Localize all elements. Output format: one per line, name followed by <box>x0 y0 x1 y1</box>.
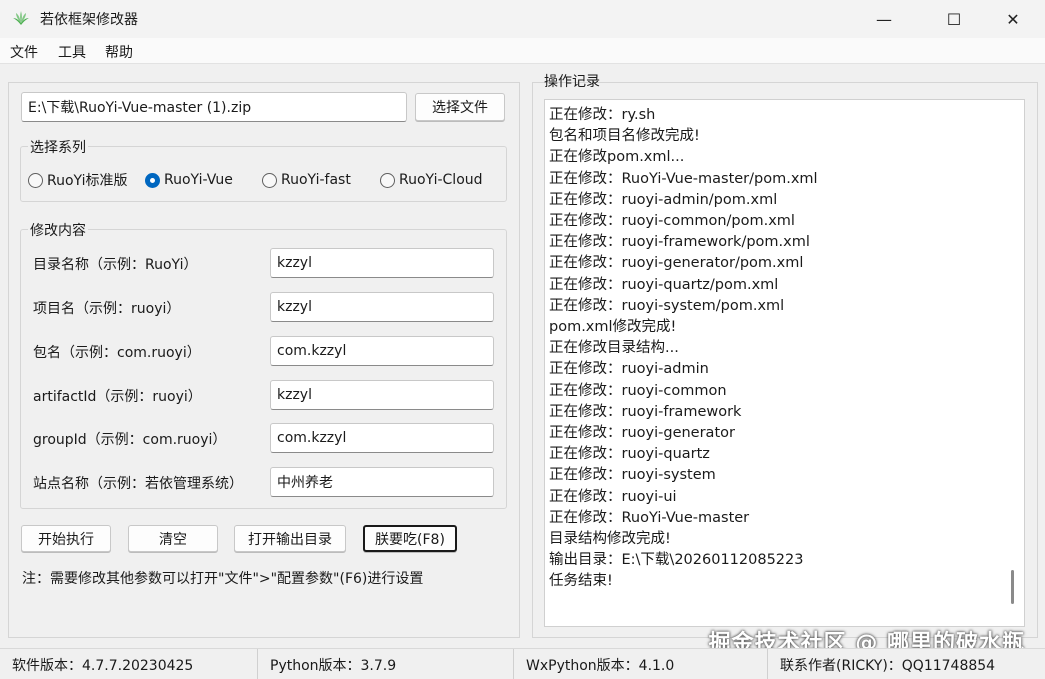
minimize-button[interactable]: — <box>861 0 907 38</box>
maximize-button[interactable]: ☐ <box>931 0 977 38</box>
log-line: 正在修改：ruoyi-common <box>549 382 727 399</box>
menu-tools[interactable]: 工具 <box>58 42 86 62</box>
log-line: 正在修改：ruoyi-framework <box>549 403 742 420</box>
log-line: 正在修改：ruoyi-framework/pom.xml <box>549 234 810 251</box>
title-bar: 若依框架修改器 — ☐ ✕ <box>0 0 1045 38</box>
close-button[interactable]: ✕ <box>990 0 1036 38</box>
radio-label: RuoYi-Vue <box>164 172 233 188</box>
group-id-value: com.kzzyl <box>277 430 347 446</box>
radio-unchecked-icon <box>380 172 395 188</box>
group-id-input[interactable]: com.kzzyl <box>270 423 494 453</box>
status-bar: 软件版本：4.7.7.20230425 Python版本：3.7.9 WxPyt… <box>0 648 1045 679</box>
package-name-input[interactable]: com.kzzyl <box>270 336 494 366</box>
site-name-value: 中州养老 <box>277 475 333 491</box>
field-label-artifact-id: artifactId（示例：ruoyi） <box>33 389 202 405</box>
log-line: 正在修改：ruoyi-quartz/pom.xml <box>549 276 779 293</box>
modify-group-title: 修改内容 <box>28 220 88 240</box>
radio-ruoyi-fast[interactable]: RuoYi-fast <box>262 170 351 190</box>
log-line: 正在修改：RuoYi-Vue-master/pom.xml <box>549 170 818 187</box>
open-output-button[interactable]: 打开输出目录 <box>234 525 346 552</box>
menu-help[interactable]: 帮助 <box>105 42 133 62</box>
radio-checked-icon <box>145 172 160 188</box>
radio-ruoyi-vue[interactable]: RuoYi-Vue <box>145 170 233 190</box>
status-contact: 联系作者(RICKY)：QQ11748854 <box>780 657 996 674</box>
note-text: 注：需要修改其他参数可以打开"文件">"配置参数"(F6)进行设置 <box>22 571 424 587</box>
radio-unchecked-icon <box>262 172 277 188</box>
log-scrollbar[interactable] <box>1011 570 1014 604</box>
log-line: 正在修改pom.xml... <box>549 149 685 166</box>
start-button[interactable]: 开始执行 <box>21 525 111 552</box>
log-line: 正在修改：ruoyi-ui <box>549 488 677 505</box>
log-line: 正在修改：ruoyi-generator <box>549 425 735 442</box>
log-lines: 正在修改：ry.sh 包名和项目名修改完成! 正在修改pom.xml... 正在修改：… <box>549 105 818 593</box>
radio-label: RuoYi标准版 <box>47 173 128 189</box>
close-icon: ✕ <box>1006 9 1020 29</box>
log-line: 正在修改：ry.sh <box>549 107 656 123</box>
field-label-dir-name: 目录名称（示例：RuoYi） <box>33 257 198 273</box>
log-line: 正在修改：ruoyi-generator/pom.xml <box>549 255 804 272</box>
maximize-icon: ☐ <box>946 9 962 29</box>
minimize-icon: — <box>876 9 892 29</box>
log-line: 任务结束! <box>549 573 613 590</box>
file-path-input[interactable]: E:\下载\RuoYi-Vue-master (1).zip <box>21 92 407 122</box>
package-name-value: com.kzzyl <box>277 343 347 359</box>
menu-file[interactable]: 文件 <box>10 42 38 62</box>
menu-bar: 文件 工具 帮助 <box>0 38 1045 64</box>
dir-name-input[interactable]: kzzyl <box>270 248 494 278</box>
log-line: 正在修改：RuoYi-Vue-master <box>549 509 750 526</box>
status-wxpython-version: WxPython版本：4.1.0 <box>514 649 768 679</box>
field-label-package-name: 包名（示例：com.ruoyi） <box>33 345 201 361</box>
log-line: 包名和项目名修改完成! <box>549 128 700 145</box>
radio-label: RuoYi-Cloud <box>399 172 483 188</box>
dir-name-value: kzzyl <box>277 255 312 271</box>
log-line: 正在修改：ruoyi-system/pom.xml <box>549 297 785 314</box>
field-label-group-id: groupId（示例：com.ruoyi） <box>33 432 227 448</box>
log-line: 正在修改：ruoyi-common/pom.xml <box>549 213 795 230</box>
log-line: 正在修改：ruoyi-quartz <box>549 446 710 463</box>
radio-label: RuoYi-fast <box>281 172 351 188</box>
log-line: 正在修改目录结构... <box>549 340 679 357</box>
clear-button[interactable]: 清空 <box>128 525 218 552</box>
app-leaf-icon <box>13 11 29 25</box>
log-line: 正在修改：ruoyi-admin/pom.xml <box>549 191 778 208</box>
window-title: 若依框架修改器 <box>40 12 138 28</box>
site-name-input[interactable]: 中州养老 <box>270 467 494 497</box>
log-line: 输出目录：E:\下载\20260112085223 <box>549 552 804 569</box>
series-group-title: 选择系列 <box>28 137 88 157</box>
field-label-site-name: 站点名称（示例：若依管理系统） <box>33 476 243 492</box>
project-name-input[interactable]: kzzyl <box>270 292 494 322</box>
radio-ruoyi-standard[interactable]: RuoYi标准版 <box>28 170 127 190</box>
artifact-id-value: kzzyl <box>277 387 312 403</box>
status-python-version: Python版本：3.7.9 <box>258 649 514 679</box>
log-title: 操作记录 <box>544 74 600 90</box>
log-line: 正在修改：ruoyi-system <box>549 467 716 484</box>
project-name-value: kzzyl <box>277 299 312 315</box>
status-software-version: 软件版本：4.7.7.20230425 <box>0 649 258 679</box>
log-textarea[interactable]: 正在修改：ry.sh 包名和项目名修改完成! 正在修改pom.xml... 正在修改：… <box>544 99 1025 627</box>
eat-button[interactable]: 朕要吃(F8) <box>363 525 457 552</box>
log-line: pom.xml修改完成! <box>549 319 677 336</box>
radio-ruoyi-cloud[interactable]: RuoYi-Cloud <box>380 170 483 190</box>
radio-unchecked-icon <box>28 172 43 188</box>
choose-file-button[interactable]: 选择文件 <box>415 93 505 121</box>
log-line: 目录结构修改完成! <box>549 531 671 548</box>
log-line: 正在修改：ruoyi-admin <box>549 361 709 378</box>
file-path-value: E:\下载\RuoYi-Vue-master (1).zip <box>28 100 252 116</box>
artifact-id-input[interactable]: kzzyl <box>270 380 494 410</box>
field-label-project-name: 项目名（示例：ruoyi） <box>33 301 181 317</box>
